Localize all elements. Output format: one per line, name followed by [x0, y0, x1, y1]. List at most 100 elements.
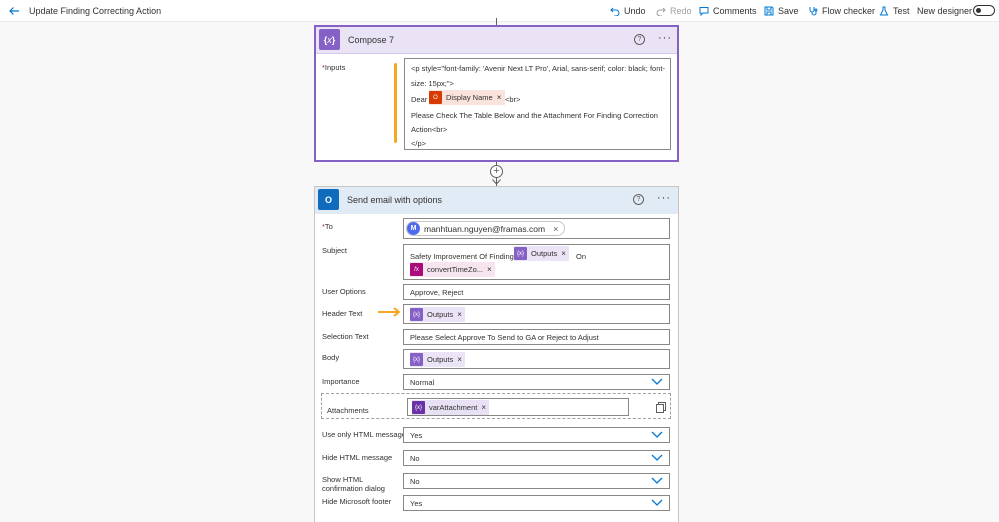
connector-line-top	[496, 18, 497, 25]
body-outputs-token[interactable]: {x} Outputs ×	[410, 352, 465, 367]
recipient-email: manhtuan.nguyen@framas.com	[424, 223, 546, 234]
header-text-field[interactable]: {x} Outputs ×	[403, 304, 670, 324]
importance-value: Normal	[410, 378, 435, 387]
subject-expression-label: convertTimeZo...	[427, 265, 483, 274]
chevron-down-icon	[651, 378, 663, 385]
header-outputs-token[interactable]: {x} Outputs ×	[410, 307, 465, 322]
copy-icon[interactable]	[656, 402, 666, 413]
flow-checker-label: Flow checker	[822, 6, 876, 16]
show-html-value: No	[410, 477, 420, 486]
help-icon[interactable]: ?	[634, 34, 645, 45]
save-label: Save	[778, 6, 799, 16]
remove-token-icon[interactable]: ×	[497, 93, 502, 102]
subject-expression-token[interactable]: fx convertTimeZo... ×	[410, 262, 495, 277]
remove-token-icon[interactable]: ×	[561, 249, 566, 258]
comment-icon	[699, 7, 709, 16]
undo-label: Undo	[624, 6, 646, 16]
more-options-icon[interactable]: ···	[657, 193, 671, 204]
remove-token-icon[interactable]: ×	[487, 265, 492, 274]
compose-card-header[interactable]: {x} Compose 7 ? ···	[316, 27, 677, 54]
flask-icon	[879, 6, 889, 16]
back-arrow-icon[interactable]	[8, 5, 20, 17]
user-options-field[interactable]: Approve, Reject	[403, 284, 670, 300]
show-html-label-line2: confirmation dialog	[322, 484, 385, 493]
compose-icon: {x}	[410, 353, 423, 366]
attachments-field[interactable]: {x} varAttachment ×	[407, 398, 629, 416]
chevron-down-icon	[651, 499, 663, 506]
body-outputs-label: Outputs	[427, 355, 454, 364]
test-label: Test	[893, 6, 910, 16]
inputs-field[interactable]: <p style="font-family: 'Avenir Next LT P…	[404, 58, 671, 150]
show-html-label-line1: Show HTML	[322, 475, 364, 484]
insert-step-button[interactable]: +	[490, 165, 503, 178]
redo-icon	[656, 7, 666, 16]
header-outputs-label: Outputs	[427, 310, 454, 319]
subject-text: Safety Improvement Of Finding	[410, 252, 514, 261]
avatar: M	[407, 222, 420, 235]
undo-button[interactable]: Undo	[610, 5, 646, 17]
compose-icon: {x}	[319, 29, 340, 50]
redo-label: Redo	[670, 6, 692, 16]
variable-icon: {x}	[412, 401, 425, 414]
show-html-dropdown[interactable]: No	[403, 473, 670, 489]
annotation-highlight-line	[394, 63, 397, 143]
remove-token-icon[interactable]: ×	[457, 355, 462, 364]
new-designer-label: New designer	[917, 6, 973, 16]
subject-outputs-label: Outputs	[531, 249, 558, 258]
display-name-token-label: Display Name	[446, 93, 493, 102]
send-email-card-header[interactable]: O Send email with options ? ···	[315, 187, 678, 214]
attachment-variable-token[interactable]: {x} varAttachment ×	[412, 400, 490, 415]
inputs-dear: Dear	[411, 95, 428, 104]
header-text-label: Header Text	[322, 309, 363, 318]
display-name-token[interactable]: O Display Name ×	[429, 90, 506, 105]
hide-footer-dropdown[interactable]: Yes	[403, 495, 670, 511]
outlook-icon: O	[318, 189, 339, 210]
hide-html-dropdown[interactable]: No	[403, 450, 670, 466]
save-button[interactable]: Save	[764, 5, 799, 17]
new-designer-toggle[interactable]	[973, 5, 995, 16]
stethoscope-icon	[809, 7, 818, 16]
help-icon[interactable]: ?	[633, 194, 644, 205]
recipient-persona[interactable]: M manhtuan.nguyen@framas.com ×	[406, 221, 566, 236]
send-email-title: Send email with options	[347, 195, 443, 205]
selection-text-value: Please Select Approve To Send to GA or R…	[410, 333, 599, 342]
compose-icon: {x}	[410, 308, 423, 321]
inputs-line-3a: Please Check The Table Below and the Att…	[411, 111, 658, 120]
comments-button[interactable]: Comments	[699, 5, 757, 17]
hide-html-label: Hide HTML message	[322, 453, 393, 462]
send-email-card: O Send email with options ? ··· *To M ma…	[314, 186, 679, 522]
chevron-down-icon	[651, 477, 663, 484]
flow-checker-button[interactable]: Flow checker	[808, 5, 875, 17]
inputs-line-4: </p>	[411, 139, 427, 148]
compose-card: {x} Compose 7 ? ··· *Inputs <p style="fo…	[314, 25, 679, 162]
subject-field[interactable]: Safety Improvement Of Finding {x} Output…	[403, 244, 670, 280]
undo-icon	[610, 7, 620, 16]
html-only-dropdown[interactable]: Yes	[403, 427, 670, 443]
comments-label: Comments	[713, 6, 757, 16]
remove-recipient-icon[interactable]: ×	[553, 224, 558, 234]
more-options-icon[interactable]: ···	[658, 33, 672, 44]
compose-icon: {x}	[514, 247, 527, 260]
importance-label: Importance	[322, 377, 360, 386]
annotation-arrow-icon	[378, 307, 401, 317]
html-only-value: Yes	[410, 431, 423, 440]
inputs-br: <br>	[505, 95, 521, 104]
importance-dropdown[interactable]: Normal	[403, 374, 670, 390]
selection-text-field[interactable]: Please Select Approve To Send to GA or R…	[403, 329, 670, 345]
chevron-down-icon	[651, 454, 663, 461]
flow-title: Update Finding Correcting Action	[29, 6, 162, 16]
remove-token-icon[interactable]: ×	[481, 403, 486, 412]
save-icon	[764, 6, 774, 16]
hide-footer-label: Hide Microsoft footer	[322, 497, 392, 506]
subject-outputs-token[interactable]: {x} Outputs ×	[514, 246, 569, 261]
inputs-line-3b: Action<br>	[411, 125, 448, 134]
redo-button[interactable]: Redo	[656, 5, 692, 17]
body-label: Body	[322, 353, 340, 362]
remove-token-icon[interactable]: ×	[457, 310, 462, 319]
body-field[interactable]: {x} Outputs ×	[403, 349, 670, 369]
test-button[interactable]: Test	[879, 5, 910, 17]
office-icon: O	[429, 91, 442, 104]
to-field[interactable]: M manhtuan.nguyen@framas.com ×	[403, 218, 670, 239]
inputs-line-1a: <p style="font-family: 'Avenir Next LT P…	[411, 64, 665, 73]
chevron-down-icon	[651, 431, 663, 438]
